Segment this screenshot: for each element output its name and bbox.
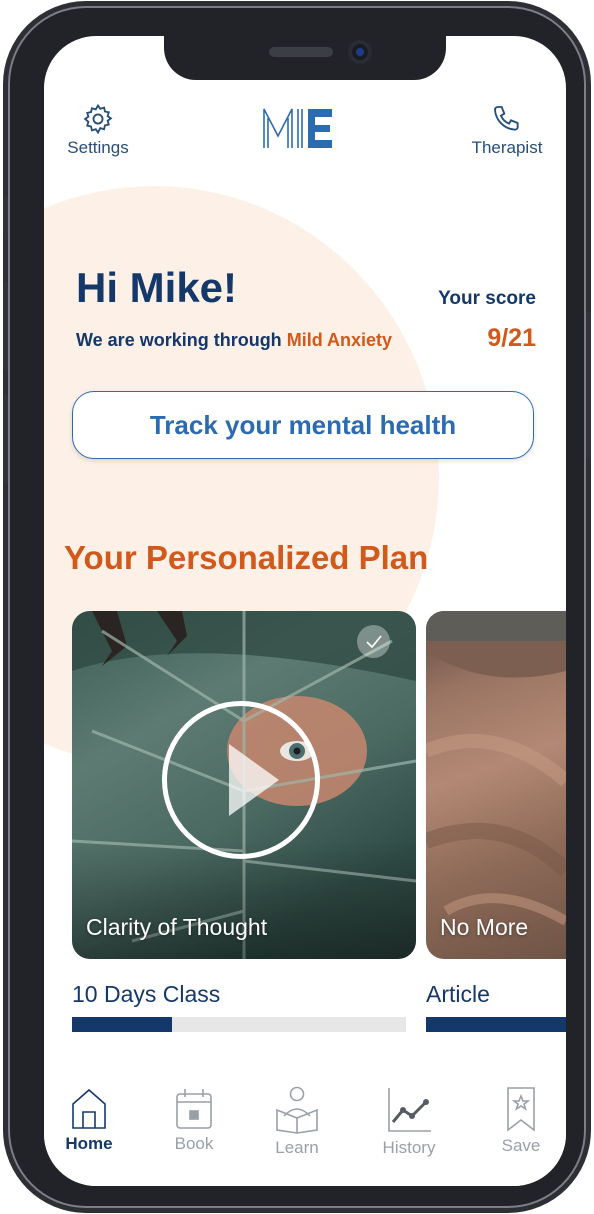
nav-label: Book [174,1134,214,1153]
nav-item-save[interactable]: Save [476,1086,566,1156]
gear-icon [83,103,113,135]
front-camera [348,40,372,64]
phone-icon [494,106,519,131]
bookmark-icon [507,1087,535,1132]
nav-label: Home [65,1134,113,1153]
phone-frame: Settings Therapist Hi Mike! Your score W… [3,6,591,1208]
calendar-icon [176,1089,212,1129]
track-mental-health-button[interactable]: Track your mental health [72,391,534,459]
play-button[interactable] [162,701,320,859]
progress-bar [72,1017,406,1032]
learn-icon [276,1086,318,1134]
play-icon [229,744,279,816]
completed-check-icon [357,625,390,658]
score-value: 9/21 [487,324,536,352]
progress-fill [426,1017,566,1032]
power-button [586,311,591,459]
working-through-text: We are working through Mild Anxiety [76,330,392,351]
nav-item-home[interactable]: Home [44,1086,134,1154]
greeting-title: Hi Mike! [76,264,238,311]
plan-card-article[interactable]: No More [426,611,566,959]
score-label: Your score [438,288,536,309]
settings-button[interactable]: Settings [58,102,138,158]
plan-title: Your Personalized Plan [64,539,429,576]
plan-card-clarity[interactable]: Clarity of Thought [72,611,416,959]
nav-item-history[interactable]: History [364,1086,454,1158]
me-logo [263,108,332,148]
app-screen: Settings Therapist Hi Mike! Your score W… [44,36,566,1186]
therapist-button[interactable]: Therapist [462,102,552,158]
card-title: No More [440,914,529,940]
mute-switch [3,196,8,240]
nav-label: Save [501,1136,541,1155]
card-title: Clarity of Thought [86,914,268,940]
speaker-grille [269,47,333,57]
working-prefix: We are working through [76,330,282,350]
nav-label: History [382,1138,436,1157]
progress-bar [426,1017,566,1032]
settings-label: Settings [67,138,129,157]
condition-label: Mild Anxiety [286,330,393,350]
nav-item-learn[interactable]: Learn [252,1086,342,1158]
therapist-label: Therapist [471,138,543,157]
bottom-nav: Home Book Learn History Save [44,1076,566,1186]
progress-fill [72,1017,173,1032]
notch [164,36,446,80]
card-subtitle: Article [426,981,490,1007]
card-desert-illustration [426,611,566,926]
volume-up-button [3,281,8,371]
home-icon [72,1088,106,1129]
volume-down-button [3,394,8,484]
chart-icon [388,1088,431,1132]
nav-item-book[interactable]: Book [149,1086,239,1154]
nav-label: Learn [275,1138,319,1157]
card-subtitle: 10 Days Class [72,981,221,1007]
